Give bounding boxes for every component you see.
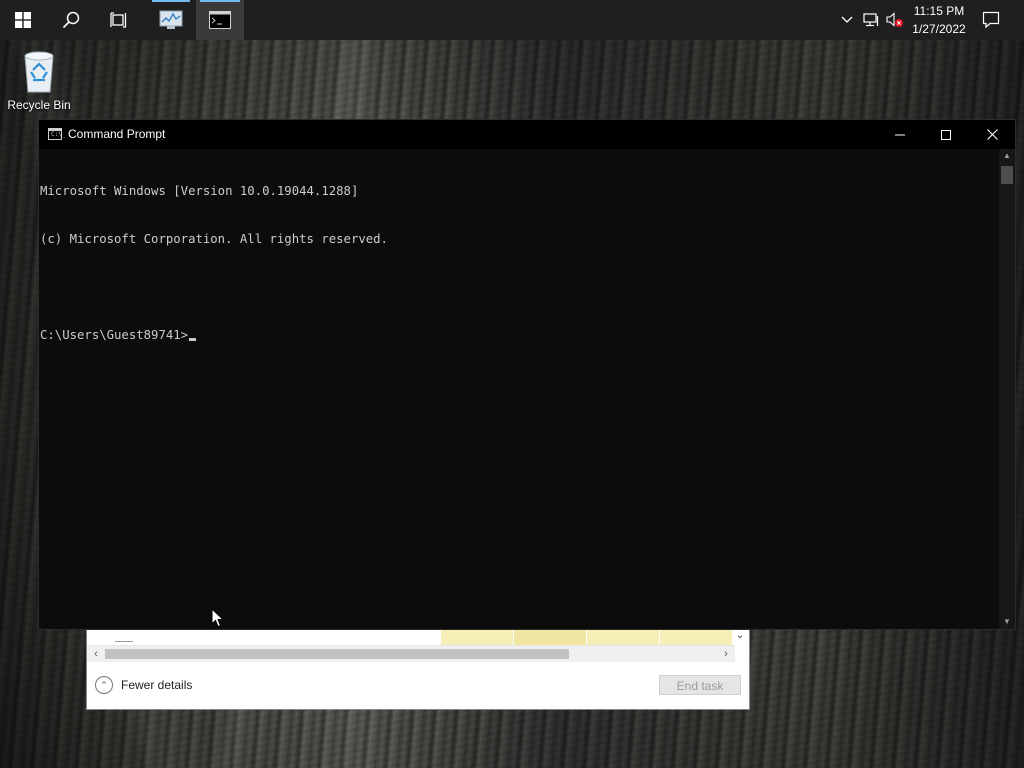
action-center-button[interactable] [978,0,1004,40]
command-prompt-icon [209,11,231,29]
table-cell [514,629,586,645]
table-cell [441,629,513,645]
window-title: Command Prompt [68,127,166,141]
row-fragment [115,641,133,642]
table-cell [587,629,659,645]
volume-button[interactable] [884,0,906,40]
clock-date: 1/27/2022 [912,22,966,36]
scroll-down-icon[interactable]: ⌄ [733,629,747,645]
scroll-left-icon[interactable]: ‹ [89,646,103,662]
minimize-icon [895,134,905,135]
windows-logo-icon [15,12,31,28]
network-button[interactable] [860,0,882,40]
scroll-right-icon[interactable]: › [719,646,733,662]
command-prompt-icon: C:\_ [48,128,66,140]
end-task-button[interactable]: End task [659,675,741,695]
mouse-pointer-icon [211,608,225,628]
clock-button[interactable]: 11:15 PM 1/27/2022 [908,0,970,40]
title-bar[interactable]: C:\_ Command Prompt [39,120,1015,149]
show-hidden-icons-button[interactable] [836,0,858,40]
horizontal-scroll-thumb[interactable] [105,649,569,659]
maximize-icon [941,129,951,140]
close-icon [986,129,998,140]
notification-icon [982,11,1000,29]
task-view-button[interactable] [96,0,142,40]
recycle-bin-shortcut[interactable]: Recycle Bin [4,46,74,116]
start-button[interactable] [0,0,46,40]
search-button[interactable] [48,0,94,40]
clock-time: 11:15 PM [913,4,965,18]
recycle-bin-label: Recycle Bin [7,98,71,112]
network-icon [863,13,879,27]
command-prompt-window[interactable]: C:\_ Command Prompt Microsoft Windows [V… [38,119,1016,630]
scroll-down-icon[interactable]: ▼ [999,617,1015,627]
title-icon-glyph: C:\_ [51,131,66,138]
fewer-details-label: Fewer details [121,678,193,692]
running-indicator [152,0,190,2]
process-table-strip: ⌄ [87,629,749,645]
maximize-button[interactable] [923,120,969,149]
recycle-bin-icon [24,51,54,93]
taskbar-app-command-prompt[interactable] [196,0,244,40]
chevron-up-icon [841,16,853,23]
console-line: (c) Microsoft Corporation. All rights re… [40,232,388,246]
horizontal-scrollbar[interactable]: ‹ › [87,645,735,662]
task-manager-footer: ⌃ Fewer details End task [87,663,749,709]
close-button[interactable] [969,120,1015,149]
prompt-text: C:\Users\Guest89741> [40,328,189,342]
chevron-up-icon: ⌃ [95,676,113,694]
vertical-scrollbar[interactable]: ▲ ▼ [999,149,1015,629]
minimize-button[interactable] [877,120,923,149]
console-line: Microsoft Windows [Version 10.0.19044.12… [40,184,359,198]
task-manager-window: ⌄ ‹ › ⌃ Fewer details End task [86,628,750,710]
console-output[interactable]: Microsoft Windows [Version 10.0.19044.12… [39,149,999,629]
table-cell [660,629,732,645]
text-cursor [189,338,197,341]
vertical-scroll-thumb[interactable] [1001,166,1013,184]
prompt-line[interactable]: C:\Users\Guest89741> [40,327,999,343]
taskbar: 11:15 PM 1/27/2022 [0,0,1024,40]
search-icon [62,11,80,29]
fewer-details-button[interactable]: ⌃ Fewer details [95,675,192,695]
task-manager-icon [159,10,183,29]
volume-muted-icon [886,12,903,27]
scroll-up-icon[interactable]: ▲ [999,151,1015,161]
task-view-icon [110,12,127,28]
active-indicator [200,0,240,2]
taskbar-app-task-manager[interactable] [150,0,192,40]
